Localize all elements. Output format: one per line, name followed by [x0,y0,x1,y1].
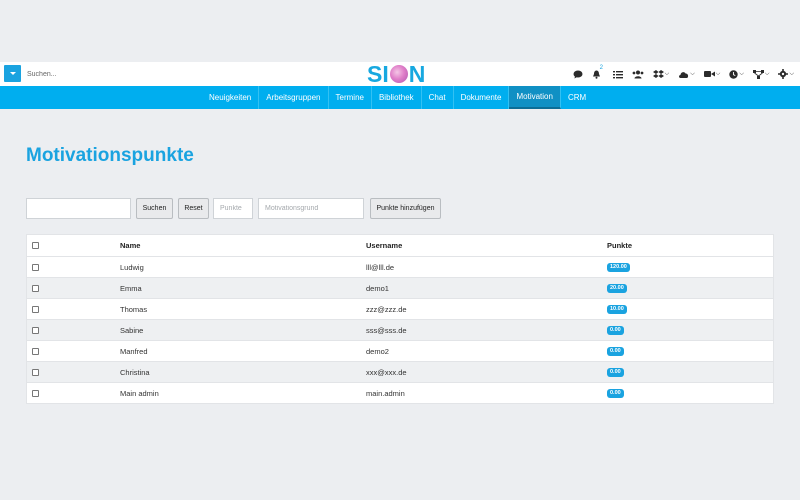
row-checkbox[interactable] [32,389,39,397]
row-name: Christina [120,367,150,377]
row-checkbox[interactable] [32,326,39,334]
row-username: demo2 [366,346,389,356]
row-checkbox[interactable] [32,284,39,292]
reset-button[interactable]: Reset [178,198,209,219]
logo-text-left: SI [367,60,389,87]
nav-item-crm[interactable]: CRM [561,86,593,109]
row-checkbox[interactable] [32,263,39,271]
global-search-input[interactable] [27,67,227,81]
sion-logo[interactable]: SI N [367,60,426,87]
row-username: sss@sss.de [366,325,407,335]
table-row: Manfred demo2 0.00 [27,340,773,361]
chevron-down-icon: ⌵ [764,70,770,77]
row-name: Main admin [120,388,159,398]
row-checkbox[interactable] [32,305,39,313]
table-header-row: Name Username Punkte [27,235,773,256]
row-checkbox[interactable] [32,347,39,355]
row-name: Emma [120,283,142,293]
network-icon[interactable]: ⌵ [752,69,770,79]
nav-item-arbeitsgruppen[interactable]: Arbeitsgruppen [259,86,329,109]
table-row: Emma demo1 20.00 [27,277,773,298]
row-name: Manfred [120,346,148,356]
row-username: main.admin [366,388,405,398]
nav-item-bibliothek[interactable]: Bibliothek [372,86,422,109]
select-all-checkbox[interactable] [32,242,39,249]
users-icon[interactable] [632,70,644,79]
chevron-down-icon: ⌵ [690,70,695,77]
logo-ball-icon [389,65,408,83]
add-points-button[interactable]: Punkte hinzufügen [370,198,441,219]
chevron-down-icon: ⌵ [664,70,670,77]
header-points[interactable]: Punkte [607,235,632,256]
notification-count: 2 [599,64,603,71]
bell-icon[interactable]: 2 [592,65,603,79]
chat-icon[interactable] [573,70,583,79]
points-badge: 0.00 [607,346,624,356]
table-row: Thomas zzz@zzz.de 10.00 [27,298,773,319]
checklist-icon[interactable] [612,70,623,79]
user-search-input[interactable] [26,198,131,219]
top-icon-bar: 2 ⌵ ⌵ ⌵ ⌵ ⌵ ⌵ [573,65,794,81]
cloud-icon[interactable]: ⌵ [678,70,695,79]
points-badge: 10.00 [607,304,627,314]
chevron-down-icon: ⌵ [739,70,744,77]
nav-item-dokumente[interactable]: Dokumente [454,86,510,109]
table-row: Ludwig lll@lll.de 120.00 [27,256,773,277]
nav-tabs: Neuigkeiten Arbeitsgruppen Termine Bibli… [202,86,593,109]
video-icon[interactable]: ⌵ [703,70,721,78]
table-row: Christina xxx@xxx.de 0.00 [27,361,773,382]
row-username: zzz@zzz.de [366,304,407,314]
header-name[interactable]: Name [120,235,140,256]
points-badge: 20.00 [607,283,627,293]
top-bar: SI N 2 ⌵ ⌵ ⌵ ⌵ [0,60,800,87]
header-username[interactable]: Username [366,235,402,256]
nav-item-termine[interactable]: Termine [329,86,372,109]
page-title: Motivationspunkte [26,145,194,166]
dropbox-icon[interactable]: ⌵ [652,69,670,79]
main-navigation: Neuigkeiten Arbeitsgruppen Termine Bibli… [0,86,800,109]
row-username: demo1 [366,283,389,293]
points-input[interactable] [213,198,253,219]
logo-text-right: N [408,60,426,87]
table-row: Main admin main.admin 0.00 [27,382,773,403]
caret-down-icon [9,72,16,75]
nav-item-motivation[interactable]: Motivation [509,86,561,109]
nav-item-neuigkeiten[interactable]: Neuigkeiten [202,86,260,109]
chevron-down-icon: ⌵ [715,70,721,77]
table-row: Sabine sss@sss.de 0.00 [27,319,773,340]
points-badge: 0.00 [607,325,624,335]
search-button[interactable]: Suchen [136,198,173,219]
nav-item-chat[interactable]: Chat [422,86,454,109]
chevron-down-icon: ⌵ [789,70,794,77]
points-table: Name Username Punkte Ludwig lll@lll.de 1… [26,234,774,404]
row-username: lll@lll.de [366,262,395,272]
row-checkbox[interactable] [32,368,39,376]
row-name: Ludwig [120,262,144,272]
points-badge: 0.00 [607,367,624,377]
menu-toggle-button[interactable] [4,65,21,82]
points-badge: 0.00 [607,388,624,398]
row-name: Sabine [120,325,144,335]
row-username: xxx@xxx.de [366,367,407,377]
gear-icon[interactable]: ⌵ [778,69,794,79]
reason-input[interactable] [258,198,364,219]
clock-icon[interactable]: ⌵ [729,69,744,79]
row-name: Thomas [120,304,148,314]
points-badge: 120.00 [607,262,630,272]
